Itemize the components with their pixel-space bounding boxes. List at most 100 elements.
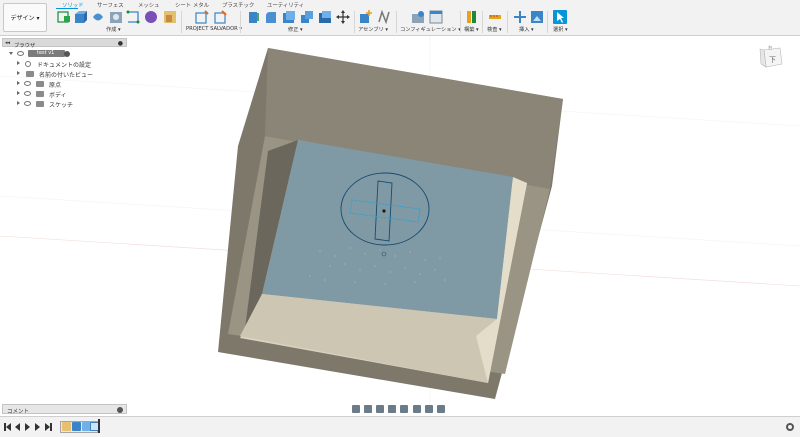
group-configure[interactable]: コンフィギュレーション ▾ xyxy=(400,26,461,33)
tab-mesh[interactable]: メッシュ xyxy=(138,1,160,9)
joint-icon[interactable] xyxy=(377,9,391,25)
toolbar-separator xyxy=(507,11,508,33)
tab-sheet-metal[interactable]: シート メタル xyxy=(175,1,209,9)
add-comment-icon[interactable] xyxy=(117,406,123,413)
visibility-eye-icon[interactable] xyxy=(17,51,24,56)
active-tab-indicator xyxy=(56,8,78,9)
group-create[interactable]: 作成 ▾ xyxy=(106,26,121,33)
sketch-center-point xyxy=(382,209,386,213)
comment-panel[interactable]: コメント xyxy=(2,404,127,415)
browser-title: ブラウザ xyxy=(14,42,36,49)
look-at-icon[interactable] xyxy=(364,405,372,413)
go-to-start-arrow-icon[interactable] xyxy=(6,423,11,431)
visibility-eye-icon[interactable] xyxy=(24,101,31,106)
salvador-sketch-icon[interactable] xyxy=(195,10,209,24)
browser-item[interactable]: 名前の付いたビュー xyxy=(2,69,127,79)
group-insert[interactable]: 挿入 ▾ xyxy=(519,26,534,33)
new-sketch-icon[interactable] xyxy=(57,10,71,24)
expand-icon[interactable] xyxy=(17,61,20,65)
fillet-icon[interactable] xyxy=(264,10,278,24)
folder-icon xyxy=(36,80,44,87)
workspace-label: デザイン ▾ xyxy=(10,15,40,22)
pan-icon[interactable] xyxy=(376,405,384,413)
salvador-extrude-icon[interactable] xyxy=(213,10,227,24)
timeline-marker[interactable] xyxy=(98,419,100,433)
toolbar-separator xyxy=(482,11,483,33)
move-icon[interactable] xyxy=(336,10,350,24)
expand-icon[interactable] xyxy=(17,101,20,105)
extrude-icon[interactable] xyxy=(73,10,87,24)
combine-icon[interactable] xyxy=(300,10,314,24)
tab-surface[interactable]: サーフェス xyxy=(97,1,124,9)
expand-icon[interactable] xyxy=(17,81,20,85)
browser-item[interactable]: ドキュメントの設定 xyxy=(2,59,127,69)
view-cube[interactable]: 右 下 xyxy=(758,44,784,70)
view-cube-face-label: 下 xyxy=(769,56,776,64)
workspace-switcher[interactable]: デザイン ▾ xyxy=(3,3,47,32)
toolbar-separator xyxy=(240,11,241,33)
folder-icon xyxy=(36,100,44,107)
comment-label: コメント xyxy=(7,408,30,415)
expand-icon[interactable] xyxy=(17,91,20,95)
timeline-canvas-item-icon[interactable] xyxy=(62,422,71,431)
group-inspect[interactable]: 検査 ▾ xyxy=(487,26,502,33)
shell-icon[interactable] xyxy=(282,10,296,24)
configure-table-icon[interactable] xyxy=(411,10,425,24)
scale-icon[interactable] xyxy=(318,10,332,24)
insert-canvas-icon[interactable] xyxy=(530,10,544,24)
step-forward-icon[interactable] xyxy=(35,423,40,431)
timeline-extrude-item-icon[interactable] xyxy=(72,422,81,431)
folder-icon xyxy=(36,90,44,97)
tab-utility[interactable]: ユーティリティ xyxy=(267,1,304,9)
select-icon[interactable] xyxy=(553,10,567,24)
collapse-icon[interactable]: ◂◂ xyxy=(5,40,10,46)
top-toolbar: デザイン ▾ ソリッド サーフェス メッシュ シート メタル プラスチック ユー… xyxy=(0,0,800,36)
new-component-icon[interactable] xyxy=(359,10,373,24)
go-to-end-bar-icon[interactable] xyxy=(50,423,52,431)
viewports-icon[interactable] xyxy=(437,405,445,413)
browser-header: ◂◂ ブラウザ ● xyxy=(2,38,127,49)
timeline-settings-gear-icon[interactable] xyxy=(786,423,794,431)
group-assemble[interactable]: アセンブリ ▾ xyxy=(358,26,388,33)
measure-icon[interactable] xyxy=(488,10,502,24)
group-modify[interactable]: 修正 ▾ xyxy=(288,26,303,33)
expand-icon[interactable] xyxy=(17,71,20,75)
pin-icon[interactable]: ● xyxy=(118,40,123,47)
group-project-salvador[interactable]: PROJECT SALVADOR ▾ xyxy=(186,26,242,32)
visibility-eye-icon[interactable] xyxy=(24,81,31,86)
view-cube-top-label: 右 xyxy=(768,46,773,51)
step-back-icon[interactable] xyxy=(15,423,20,431)
root-activate-icon[interactable] xyxy=(64,50,70,57)
fit-icon[interactable] xyxy=(400,405,408,413)
sketch-line-icon[interactable] xyxy=(126,10,140,24)
revolve-icon[interactable] xyxy=(91,10,105,24)
configure-sheet-icon[interactable] xyxy=(429,10,443,24)
tab-plastic[interactable]: プラスチック xyxy=(222,1,254,9)
insert-derive-icon[interactable] xyxy=(513,10,527,24)
insert-image-icon[interactable] xyxy=(163,10,177,24)
group-construct[interactable]: 構築 ▾ xyxy=(464,26,479,33)
play-icon[interactable] xyxy=(25,423,30,431)
browser-item[interactable]: スケッチ xyxy=(2,99,127,109)
browser-item[interactable]: 原点 xyxy=(2,79,127,89)
visibility-eye-icon[interactable] xyxy=(24,91,31,96)
browser-item-label: 名前の付いたビュー xyxy=(39,72,94,79)
orbit-icon[interactable] xyxy=(352,405,360,413)
navigation-bar xyxy=(350,404,450,414)
browser-item[interactable]: ボディ xyxy=(2,89,127,99)
group-select[interactable]: 選択 ▾ xyxy=(553,26,568,33)
expand-icon[interactable] xyxy=(9,52,13,55)
hole-icon[interactable] xyxy=(109,10,123,24)
folder-icon xyxy=(26,70,34,77)
display-settings-icon[interactable] xyxy=(413,405,421,413)
browser-root-row[interactable]: test v1 xyxy=(2,49,127,58)
grid-settings-icon[interactable] xyxy=(425,405,433,413)
offset-plane-icon[interactable] xyxy=(465,10,479,24)
form-icon[interactable] xyxy=(144,10,158,24)
press-pull-icon[interactable] xyxy=(247,10,261,24)
timeline-bar xyxy=(0,416,800,437)
browser-item-label: ドキュメントの設定 xyxy=(37,62,92,69)
zoom-icon[interactable] xyxy=(388,405,396,413)
toolbar-separator xyxy=(396,11,397,33)
toolbar-separator xyxy=(354,11,355,33)
